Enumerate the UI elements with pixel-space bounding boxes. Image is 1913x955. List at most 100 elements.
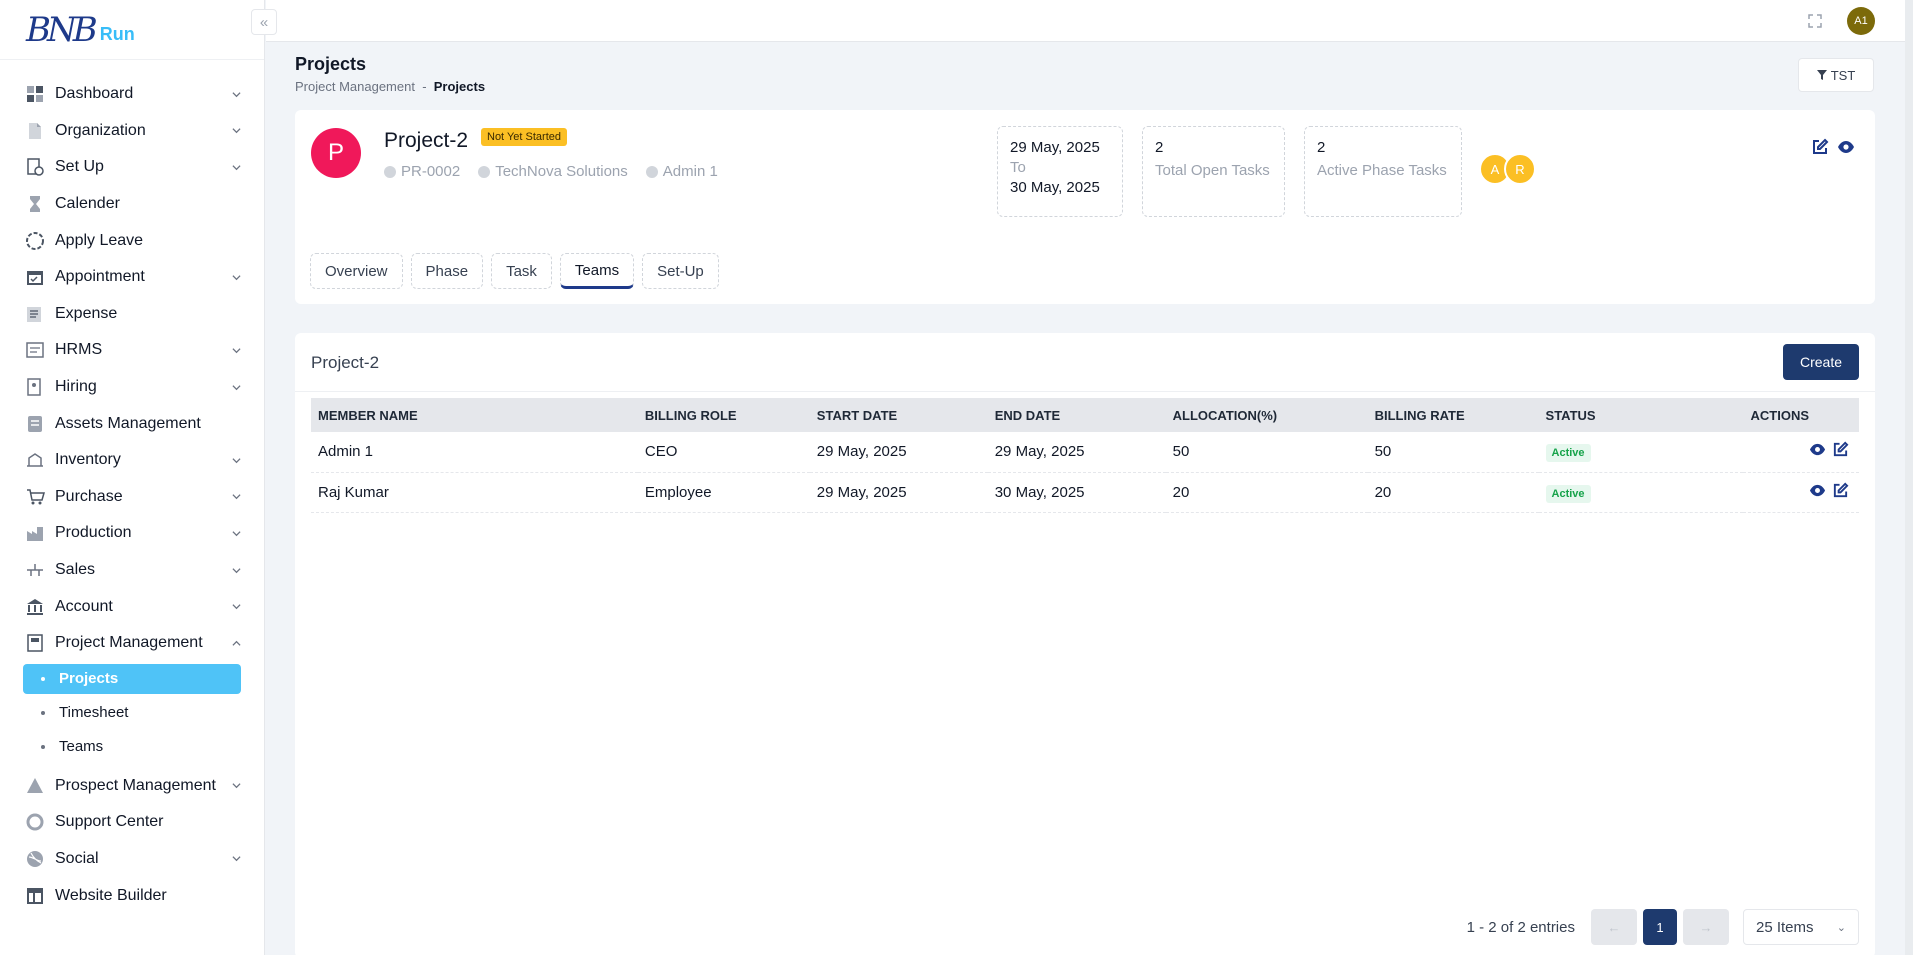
- filter-label: TST: [1830, 67, 1856, 83]
- tab-phase[interactable]: Phase: [410, 253, 484, 289]
- sidebar-item-set-up[interactable]: Set Up: [0, 149, 264, 186]
- edit-icon[interactable]: [1832, 441, 1849, 462]
- table-body: Admin 1 CEO 29 May, 2025 29 May, 2025 50 50 Ac…: [311, 432, 1859, 513]
- chevron-down-icon: ⌄: [1836, 921, 1846, 934]
- tab-setup[interactable]: Set-Up: [642, 253, 719, 289]
- cell-end: 29 May, 2025: [987, 432, 1166, 473]
- breadcrumb-separator: -: [422, 79, 427, 94]
- column-header: ACTIONS: [1750, 407, 1810, 423]
- sidebar-item-social[interactable]: Social: [0, 841, 264, 878]
- table-header: MEMBER NAME BILLING ROLE START DATE END DAT…: [311, 398, 1859, 432]
- date-range-stat: 29 May, 2025 To 30 May, 2025: [997, 126, 1123, 217]
- breadcrumb-parent[interactable]: Project Management: [295, 79, 415, 94]
- sidebar-item-website-builder[interactable]: Website Builder: [0, 877, 264, 914]
- sidebar-subitem-teams[interactable]: Teams: [23, 730, 241, 764]
- project-summary-card: P Project-2 Not Yet Started PR-0002 Tech…: [295, 110, 1875, 304]
- chevron-down-icon: [230, 780, 242, 792]
- setup-icon: [25, 157, 45, 177]
- column-header: END DATE: [994, 407, 1061, 423]
- sidebar-item-account[interactable]: Account: [0, 588, 264, 625]
- next-page-button[interactable]: →: [1683, 909, 1729, 945]
- topbar: A1: [266, 0, 1913, 42]
- sidebar-item-appointment[interactable]: Appointment: [0, 259, 264, 296]
- chevron-down-icon: [230, 271, 242, 283]
- sidebar-subitem-label: Projects: [59, 670, 119, 687]
- logo-text: Run: [99, 24, 135, 44]
- chevron-down-icon: [230, 125, 242, 137]
- prev-page-button[interactable]: ←: [1591, 909, 1637, 945]
- sidebar-item-label: Account: [55, 597, 113, 615]
- project-owner: Admin 1: [645, 163, 718, 180]
- sidebar-item-calender[interactable]: Calender: [0, 186, 264, 223]
- divider: [295, 391, 1875, 392]
- eye-icon[interactable]: [1837, 138, 1855, 161]
- create-button[interactable]: Create: [1783, 344, 1859, 380]
- chevron-down-icon: [230, 564, 242, 576]
- chevron-up-icon: [230, 637, 242, 649]
- chevron-down-icon: [230, 454, 242, 466]
- sidebar-item-hiring[interactable]: Hiring: [0, 369, 264, 406]
- sidebar-item-expense[interactable]: Expense: [0, 296, 264, 333]
- cell-end: 30 May, 2025: [987, 472, 1166, 513]
- sidebar-item-production[interactable]: Production: [0, 515, 264, 552]
- sidebar-item-label: Assets Management: [55, 414, 201, 432]
- column-header: BILLING RATE: [1374, 407, 1465, 423]
- tab-task[interactable]: Task: [491, 253, 552, 289]
- sidebar-subitem-projects[interactable]: Projects: [23, 663, 241, 694]
- sidebar-item-label: Production: [55, 524, 132, 542]
- edit-icon[interactable]: [1811, 138, 1829, 161]
- user-avatar[interactable]: A1: [1847, 7, 1875, 35]
- sidebar-item-hrms[interactable]: HRMS: [0, 332, 264, 369]
- filter-button[interactable]: TST: [1798, 58, 1874, 92]
- sidebar-item-support-center[interactable]: Support Center: [0, 804, 264, 841]
- sidebar-item-label: HRMS: [55, 341, 103, 359]
- page-scrollbar[interactable]: [1905, 0, 1913, 955]
- edit-icon[interactable]: [1832, 482, 1849, 503]
- chevron-down-icon: [230, 491, 242, 503]
- sidebar-item-dashboard[interactable]: Dashboard: [0, 76, 264, 113]
- view-icon[interactable]: [1809, 441, 1826, 462]
- collapse-sidebar-button[interactable]: «: [251, 9, 277, 35]
- fullscreen-icon[interactable]: [1808, 14, 1822, 28]
- sidebar-item-apply-leave[interactable]: Apply Leave: [0, 222, 264, 259]
- entries-text: 1 - 2 of 2 entries: [1466, 918, 1575, 936]
- open-tasks-value: 2: [1155, 139, 1164, 156]
- cell-name: Admin 1: [311, 432, 638, 473]
- chevron-down-icon: [230, 381, 242, 393]
- sidebar-item-prospect-management[interactable]: Prospect Management: [0, 768, 264, 805]
- open-tasks-label: Total Open Tasks: [1155, 162, 1270, 179]
- sidebar-item-sales[interactable]: Sales: [0, 552, 264, 589]
- app-logo[interactable]: BNB Run: [0, 0, 264, 60]
- inventory-icon: [25, 450, 45, 470]
- sidebar-nav: Dashboard Organization Set Up Calender Apply…: [0, 60, 264, 914]
- cell-name: Raj Kumar: [311, 472, 638, 513]
- member-avatar[interactable]: R: [1504, 153, 1536, 185]
- sales-icon: [25, 560, 45, 580]
- sidebar-item-label: Apply Leave: [55, 231, 144, 249]
- tab-teams[interactable]: Teams: [559, 253, 635, 289]
- sidebar-item-purchase[interactable]: Purchase: [0, 479, 264, 516]
- cell-allocation: 50: [1165, 432, 1368, 473]
- project-name: Project-2: [384, 129, 469, 152]
- sidebar-item-organization[interactable]: Organization: [0, 113, 264, 150]
- production-icon: [25, 523, 45, 543]
- dashboard-icon: [25, 84, 45, 104]
- column-header: STATUS: [1545, 407, 1596, 423]
- page-1-button[interactable]: 1: [1643, 909, 1677, 945]
- prospect-icon: [25, 776, 45, 796]
- sidebar-item-assets-management[interactable]: Assets Management: [0, 405, 264, 442]
- table-row: Admin 1 CEO 29 May, 2025 29 May, 2025 50 50 Ac…: [311, 432, 1859, 473]
- sidebar-item-label: Calender: [55, 195, 120, 213]
- sidebar-item-project-management[interactable]: Project Management: [0, 625, 264, 662]
- row-actions: [1750, 441, 1859, 462]
- view-icon[interactable]: [1809, 482, 1826, 503]
- leave-icon: [25, 231, 45, 251]
- sidebar-item-label: Prospect Management: [55, 776, 216, 794]
- teams-table: MEMBER NAME BILLING ROLE START DATE END DAT…: [311, 398, 1859, 513]
- sidebar-subitem-timesheet[interactable]: Timesheet: [23, 696, 241, 730]
- column-header: ALLOCATION(%): [1172, 407, 1278, 423]
- tab-overview[interactable]: Overview: [310, 253, 403, 289]
- open-tasks-stat: 2 Total Open Tasks: [1142, 126, 1285, 217]
- sidebar-item-inventory[interactable]: Inventory: [0, 442, 264, 479]
- items-per-page-select[interactable]: 25 Items ⌄: [1743, 909, 1859, 945]
